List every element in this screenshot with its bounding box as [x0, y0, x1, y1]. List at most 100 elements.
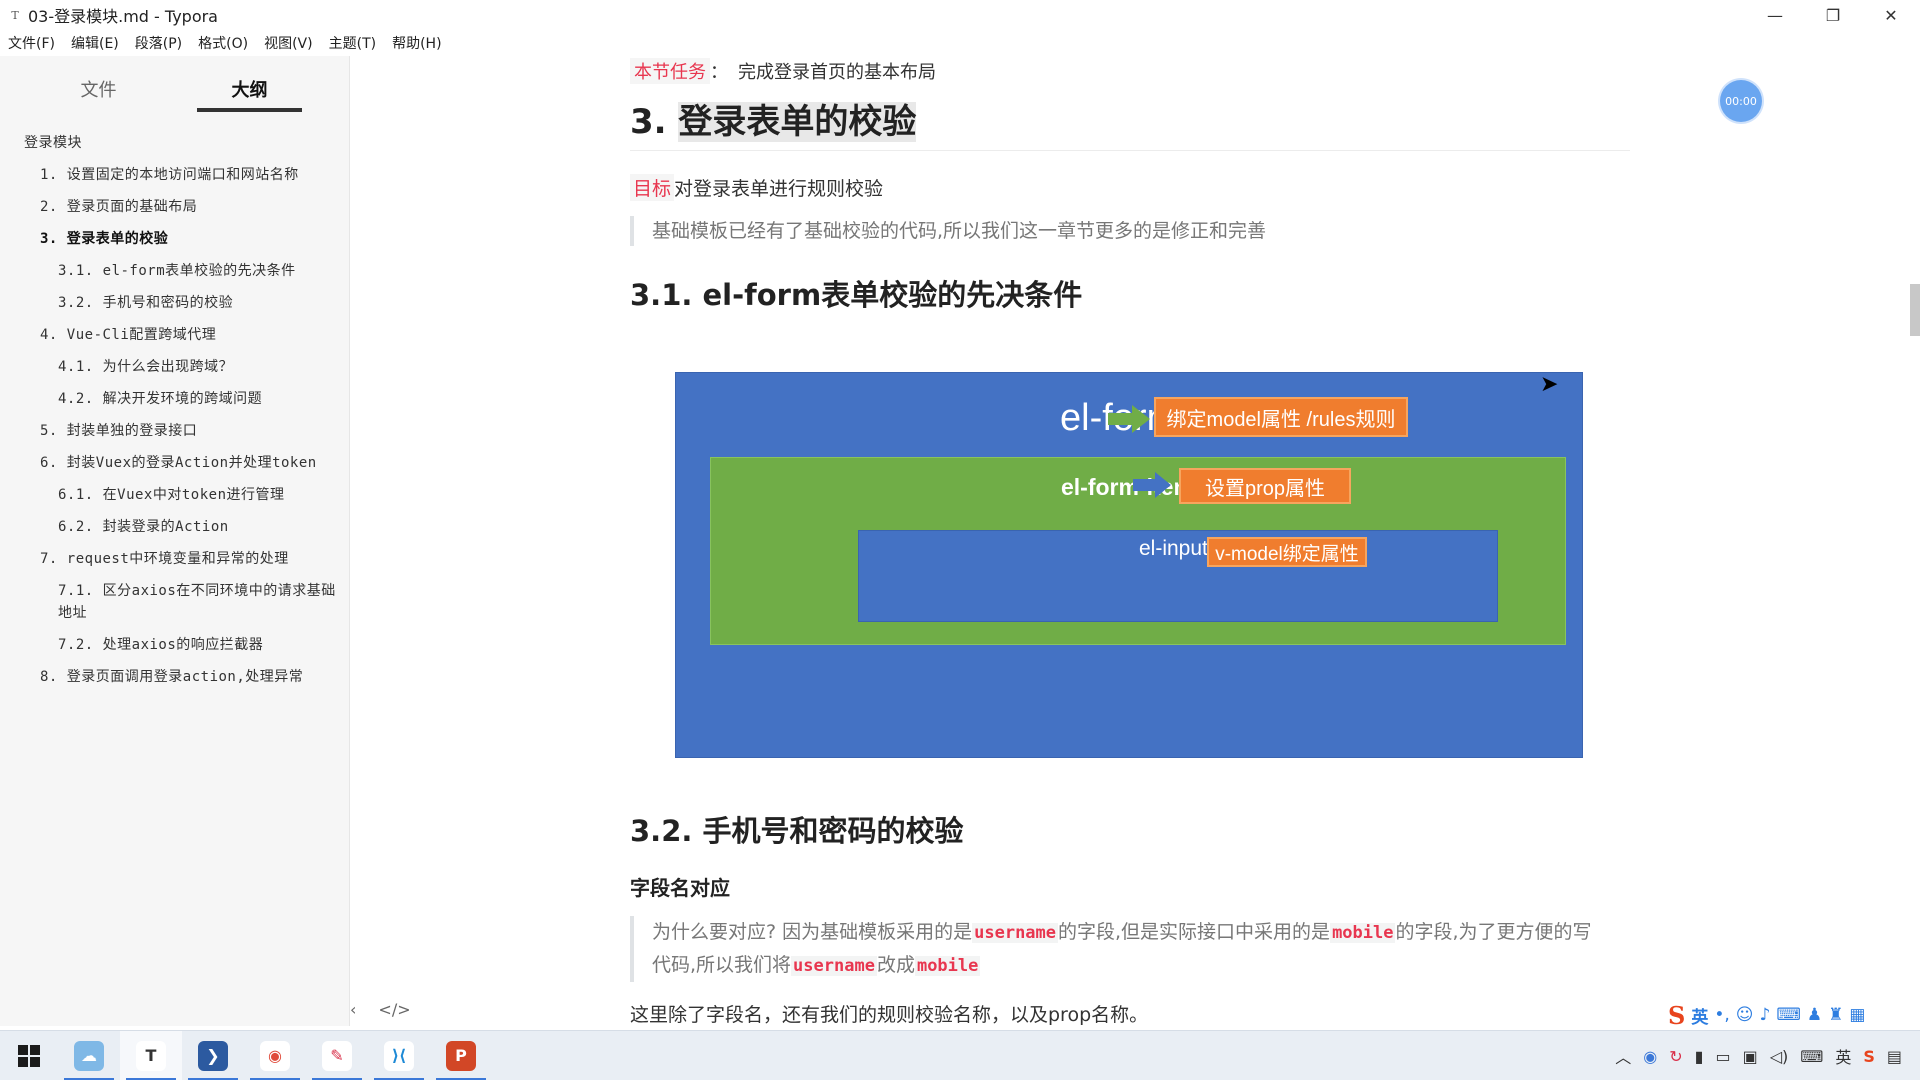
- vertical-scrollbar-thumb[interactable]: [1910, 284, 1920, 336]
- outline-item[interactable]: 3.2. 手机号和密码的校验: [24, 292, 337, 314]
- emoji-icon[interactable]: ☺: [1736, 1005, 1754, 1025]
- sidebar-tabs: 文件 大纲: [0, 56, 349, 112]
- mouse-cursor-icon: ➤: [1540, 372, 1559, 397]
- menu-edit[interactable]: 编辑(E): [63, 33, 127, 53]
- goal-tag: 目标: [630, 174, 675, 201]
- notification-icon[interactable]: ▤: [1887, 1047, 1902, 1066]
- blockquote-intro: 基础模板已经有了基础校验的代码,所以我们这一章节更多的是修正和完善: [630, 216, 1266, 246]
- outline-item[interactable]: 3.1. el-form表单校验的先决条件: [24, 260, 337, 282]
- sogou-logo-icon[interactable]: S: [1668, 1001, 1685, 1030]
- ime-tray-icon[interactable]: 英: [1835, 1044, 1851, 1068]
- outline-item[interactable]: 7. request中环境变量和异常的处理: [24, 548, 337, 570]
- menu-paragraph[interactable]: 段落(P): [127, 33, 190, 53]
- heading-field-mapping: 字段名对应: [630, 876, 730, 900]
- task-colon: ：: [710, 62, 728, 83]
- keyboard-icon[interactable]: ⌨: [1776, 1005, 1801, 1025]
- blockquote-field-explanation: 为什么要对应? 因为基础模板采用的是 username 的字段,但是实际接口中采用的…: [630, 916, 1610, 982]
- typora-app-icon: T: [11, 8, 19, 22]
- typora-icon: T: [136, 1040, 166, 1071]
- diagram-input-box: v-model绑定属性: [1207, 537, 1367, 567]
- network-icon[interactable]: ▭: [1715, 1047, 1730, 1066]
- quote-text-4: 改成: [876, 954, 915, 976]
- outline-item[interactable]: 6. 封装Vuex的登录Action并处理token: [24, 452, 337, 474]
- system-tray: ︿ ◉ ↻ ▮ ▭ ▣ ◁) ⌨ 英 S ▤: [1615, 1031, 1920, 1080]
- chevron-up-icon[interactable]: ︿: [1615, 1044, 1631, 1068]
- outline-item[interactable]: 7.1. 区分axios在不同环境中的请求基础地址: [24, 580, 337, 624]
- tab-outline[interactable]: 大纲: [197, 76, 302, 112]
- source-code-icon[interactable]: </>: [378, 1000, 410, 1019]
- title-bar: T 03-登录模块.md - Typora — ❐ ✕: [0, 0, 1920, 30]
- window-controls: — ❐ ✕: [1746, 0, 1920, 30]
- outline-item[interactable]: 7.2. 处理axios的响应拦截器: [24, 634, 337, 656]
- battery-icon[interactable]: ▣: [1743, 1047, 1758, 1066]
- ime-language-toggle[interactable]: 英: [1691, 1003, 1708, 1028]
- quote-text-1: 为什么要对应? 因为基础模板采用的是: [652, 921, 973, 943]
- skin-icon[interactable]: ♜: [1828, 1005, 1843, 1025]
- heading-3: 3. 登录表单的校验: [630, 94, 917, 143]
- sogou-tray-icon[interactable]: S: [1863, 1047, 1875, 1066]
- punctuation-icon[interactable]: •,: [1714, 1005, 1729, 1025]
- outline-item[interactable]: 登录模块: [24, 132, 337, 154]
- outline-item[interactable]: 4.1. 为什么会出现跨域？: [24, 356, 337, 378]
- menu-bar: 文件(F) 编辑(E) 段落(P) 格式(O) 视图(V) 主题(T) 帮助(H…: [0, 30, 1920, 56]
- outline-item[interactable]: 6.1. 在Vuex中对token进行管理: [24, 484, 337, 506]
- el-form-diagram: el-form 绑定model属性 /rules规则 el-form-item …: [675, 372, 1583, 758]
- task-label: 本节任务: [630, 58, 710, 84]
- recording-timer-badge[interactable]: 00:00: [1720, 80, 1762, 122]
- grid-icon[interactable]: ▦: [1849, 1005, 1865, 1025]
- inline-code-mobile: mobile: [1330, 923, 1396, 943]
- taskbar-app-cloud-drive[interactable]: ☁: [58, 1031, 120, 1080]
- mic-icon[interactable]: ♪: [1760, 1005, 1771, 1025]
- heading-divider: [630, 150, 1630, 151]
- outline-item[interactable]: 6.2. 封装登录的Action: [24, 516, 337, 538]
- start-button[interactable]: [0, 1031, 58, 1080]
- powershell-icon: ❯: [198, 1040, 228, 1071]
- taskbar-app-typora[interactable]: T: [120, 1030, 182, 1080]
- user-icon[interactable]: ♟: [1807, 1005, 1822, 1025]
- taskbar-apps: ☁ T ❯ ◉ ✎ ⟩⟨ P: [58, 1030, 492, 1080]
- windows-logo-icon: [18, 1044, 40, 1067]
- heading-3-title: 登录表单的校验: [678, 102, 917, 142]
- quote-text-2: 的字段,但是实际接口中采用的是: [1058, 921, 1331, 943]
- menu-view[interactable]: 视图(V): [256, 33, 321, 53]
- diagram-item-box: 设置prop属性: [1179, 468, 1351, 504]
- chevron-left-icon[interactable]: ‹: [350, 1000, 356, 1019]
- restore-button[interactable]: ❐: [1804, 0, 1862, 30]
- tab-files[interactable]: 文件: [46, 76, 151, 112]
- sync-icon[interactable]: ↻: [1669, 1047, 1682, 1066]
- taskbar-app-snipaste[interactable]: ✎: [306, 1031, 368, 1080]
- outline-item[interactable]: 4. Vue-Cli配置跨域代理: [24, 324, 337, 346]
- diagram-input-area: el-input v-model绑定属性: [858, 530, 1498, 622]
- mic-tray-icon[interactable]: ▮: [1695, 1047, 1704, 1066]
- goal-line: 目标 对登录表单进行规则校验: [630, 174, 883, 201]
- taskbar-app-powershell[interactable]: ❯: [182, 1031, 244, 1080]
- outline-item[interactable]: 4.2. 解决开发环境的跨域问题: [24, 388, 337, 410]
- heading-3-2: 3.2. 手机号和密码的校验: [630, 814, 964, 848]
- sidebar-footer: ‹ </>: [350, 1000, 411, 1019]
- powerpoint-icon: P: [446, 1040, 476, 1071]
- close-button[interactable]: ✕: [1862, 0, 1920, 30]
- keyboard-tray-icon[interactable]: ⌨: [1800, 1047, 1823, 1066]
- taskbar-app-chrome[interactable]: ◉: [244, 1031, 306, 1080]
- outline-item[interactable]: 2. 登录页面的基础布局: [24, 196, 337, 218]
- menu-theme[interactable]: 主题(T): [321, 33, 384, 53]
- outline-item[interactable]: 1. 设置固定的本地访问端口和网站名称: [24, 164, 337, 186]
- green-arrow-icon: [1108, 405, 1150, 433]
- diagram-el-form-item-label: el-form-item: [1061, 474, 1194, 500]
- inline-code-mobile-2: mobile: [914, 956, 981, 976]
- taskbar-app-powerpoint[interactable]: P: [430, 1031, 492, 1080]
- inline-code-username: username: [972, 923, 1059, 943]
- minimize-button[interactable]: —: [1746, 0, 1804, 30]
- menu-help[interactable]: 帮助(H): [384, 33, 449, 53]
- outline-item[interactable]: 8. 登录页面调用登录action,处理异常: [24, 666, 337, 688]
- menu-file[interactable]: 文件(F): [0, 33, 63, 53]
- menu-format[interactable]: 格式(O): [190, 33, 256, 53]
- outline-item[interactable]: 5. 封装单独的登录接口: [24, 420, 337, 442]
- goal-text: 对登录表单进行规则校验: [674, 178, 884, 200]
- taskbar-app-vscode[interactable]: ⟩⟨: [368, 1031, 430, 1080]
- task-line: 本节任务： 完成登录首页的基本布局: [630, 56, 936, 86]
- taskbar: ☁ T ❯ ◉ ✎ ⟩⟨ P ︿ ◉ ↻ ▮ ▭ ▣ ◁) ⌨ 英 S ▤: [0, 1030, 1920, 1080]
- volume-icon[interactable]: ◁): [1770, 1047, 1789, 1066]
- outline-item[interactable]: 3. 登录表单的校验: [24, 228, 337, 250]
- tray-app-icon[interactable]: ◉: [1643, 1047, 1657, 1066]
